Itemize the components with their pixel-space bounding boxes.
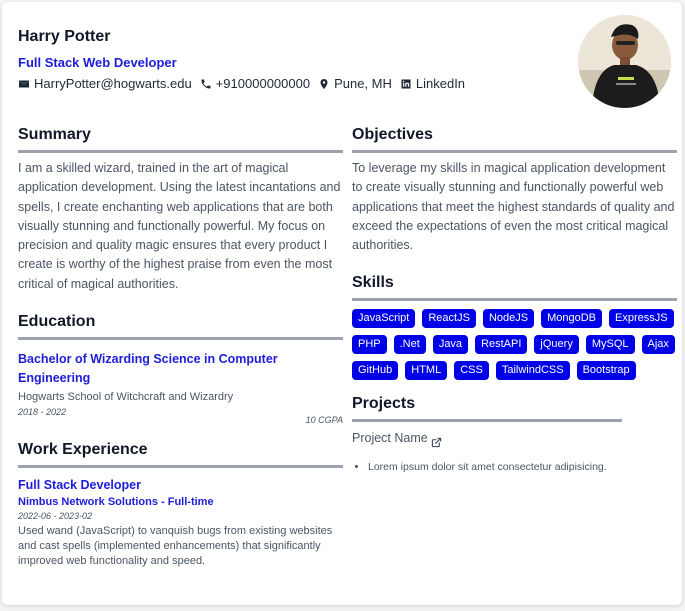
skill-badge: JavaScript: [352, 309, 416, 329]
contact-location-text: Pune, MH: [334, 76, 392, 91]
project-bullets: Lorem ipsum dolor sit amet consectetur a…: [368, 461, 677, 473]
skill-badge: .Net: [393, 335, 426, 355]
skills-section: Skills JavaScript ReactJS NodeJS MongoDB…: [352, 274, 677, 387]
external-link-icon: [431, 438, 441, 448]
skill-badge: RestAPI: [475, 335, 528, 355]
skill-badge: jQuery: [534, 335, 579, 355]
education-dates: 2018 - 2022: [18, 407, 67, 418]
contact-location: Pune, MH: [318, 76, 392, 91]
projects-heading-wrap: Projects: [352, 395, 622, 423]
contact-email-text: HarryPotter@hogwarts.edu: [34, 76, 192, 91]
contact-email[interactable]: HarryPotter@hogwarts.edu: [18, 76, 192, 91]
project-bullet: Lorem ipsum dolor sit amet consectetur a…: [368, 461, 677, 473]
skill-badge: MySQL: [585, 335, 635, 355]
skills-list: JavaScript ReactJS NodeJS MongoDB Expres…: [352, 309, 682, 387]
mail-icon: [19, 80, 29, 87]
summary-heading: Summary: [18, 126, 343, 153]
work-dates: 2022-06 - 2023-02: [18, 511, 93, 522]
right-column: Objectives To leverage my skills in magi…: [352, 126, 677, 473]
skill-badge: PHP: [352, 335, 387, 355]
linkedin-icon: [401, 79, 411, 88]
work-company: Nimbus Network Solutions - Full-time: [18, 496, 214, 509]
work-description: Used wand (JavaScript) to vanquish bugs …: [18, 525, 333, 568]
project-name: Project Name: [352, 431, 428, 446]
skill-badge: CSS: [454, 361, 489, 381]
work-job-title: Full Stack Developer: [18, 478, 141, 493]
education-meta: 2018 - 2022 10 CGPA: [18, 403, 343, 425]
phone-icon: [201, 79, 211, 88]
contact-row: HarryPotter@hogwarts.edu +910000000000 P…: [18, 76, 473, 91]
contact-linkedin-text: LinkedIn: [415, 76, 466, 91]
summary-section: Summary I am a skilled wizard, trained i…: [18, 126, 343, 294]
location-pin-icon: [320, 78, 328, 89]
candidate-role: Full Stack Web Developer: [18, 55, 177, 70]
resume-card: Harry Potter Full Stack Web Developer Ha…: [2, 2, 682, 605]
skill-badge: GitHub: [352, 361, 399, 381]
work-heading: Work Experience: [18, 441, 343, 469]
skill-badge: ExpressJS: [609, 309, 674, 329]
skill-badge: ReactJS: [422, 309, 476, 329]
work-section: Work Experience Full Stack Developer Nim…: [18, 441, 343, 569]
skill-badge: Ajax: [641, 335, 675, 355]
summary-text: I am a skilled wizard, trained in the ar…: [18, 161, 341, 291]
objectives-section: Objectives To leverage my skills in magi…: [352, 126, 677, 255]
objectives-text: To leverage my skills in magical applica…: [352, 161, 675, 253]
education-degree: Bachelor of Wizarding Science in Compute…: [18, 352, 278, 386]
projects-heading: Projects: [352, 395, 622, 423]
skill-badge: Java: [432, 335, 469, 355]
project-link[interactable]: Project Name: [352, 431, 677, 448]
education-section: Education Bachelor of Wizarding Science …: [18, 313, 343, 425]
contact-linkedin[interactable]: LinkedIn: [400, 76, 465, 91]
skill-badge: MongoDB: [541, 309, 602, 329]
objectives-heading: Objectives: [352, 126, 677, 153]
skill-badge: NodeJS: [482, 309, 535, 329]
left-column: Summary I am a skilled wizard, trained i…: [18, 126, 343, 569]
projects-section: Projects Project Name Lorem ipsum dolor …: [352, 395, 677, 473]
education-school: Hogwarts School of Witchcraft and Wizard…: [18, 391, 234, 404]
profile-photo: [578, 15, 671, 108]
education-gpa: 10 CGPA: [305, 415, 343, 426]
skills-heading: Skills: [352, 274, 677, 302]
skill-badge: Bootstrap: [576, 361, 636, 381]
contact-phone-text: +910000000000: [215, 76, 311, 91]
contact-phone[interactable]: +910000000000: [200, 76, 310, 91]
education-heading: Education: [18, 313, 343, 341]
candidate-name: Harry Potter: [18, 28, 111, 45]
skill-badge: HTML: [405, 361, 448, 381]
skill-badge: TailwindCSS: [495, 361, 570, 381]
